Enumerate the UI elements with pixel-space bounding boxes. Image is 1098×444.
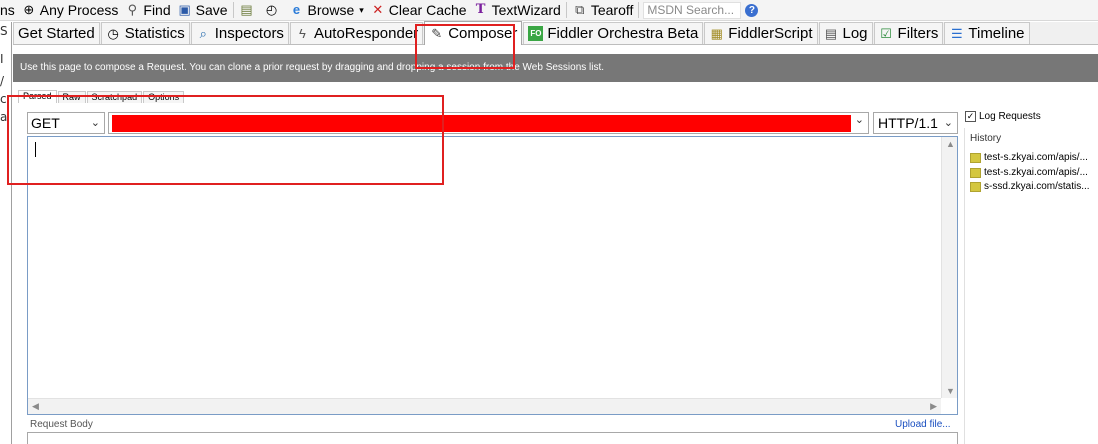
- timer-icon: ◴: [265, 2, 278, 17]
- tab-filters[interactable]: ☑ Filters: [873, 22, 944, 44]
- log-requests-label: Log Requests: [979, 111, 1041, 122]
- tearoff-label: Tearoff: [590, 2, 634, 18]
- log-requests-checkbox[interactable]: ✓: [965, 111, 976, 122]
- composer-tab-highlight: [415, 24, 515, 69]
- tearoff-icon: ⧉: [575, 2, 585, 17]
- toolbar-separator: [565, 2, 567, 18]
- scroll-right-icon[interactable]: ▶: [930, 401, 937, 412]
- left-fragment: /: [0, 74, 5, 88]
- tab-inspectors[interactable]: ⌕ Inspectors: [190, 22, 289, 44]
- tearoff-button[interactable]: ⧉ Tearoff: [569, 0, 637, 21]
- toolbar-label: ns: [0, 2, 15, 18]
- tab-label: Timeline: [968, 25, 1025, 42]
- clear-cache-button[interactable]: ✕ Clear Cache: [367, 0, 470, 21]
- tab-timeline[interactable]: ☰ Timeline: [944, 22, 1030, 44]
- crosshair-icon: ⊕: [23, 2, 35, 17]
- http-version-select[interactable]: HTTP/1.1 ⌄: [873, 112, 958, 134]
- vertical-scrollbar[interactable]: ▲ ▼: [941, 137, 957, 398]
- checkbox-icon: ☑: [880, 26, 892, 41]
- get-request-icon: [970, 152, 981, 163]
- main-tab-strip: Get Started ◷ Statistics ⌕ Inspectors ϟ …: [13, 21, 1098, 45]
- browse-button[interactable]: e Browse ▾: [286, 0, 367, 21]
- tab-fiddlerscript[interactable]: ▦ FiddlerScript: [704, 22, 818, 44]
- left-fragment: c: [0, 92, 7, 106]
- tab-label: Get Started: [18, 25, 95, 42]
- log-icon: ▤: [824, 26, 838, 41]
- left-fragment: S: [0, 24, 8, 38]
- tab-autoresponder[interactable]: ϟ AutoResponder: [289, 22, 424, 44]
- tab-statistics[interactable]: ◷ Statistics: [100, 22, 190, 44]
- save-button[interactable]: ▣ Save: [174, 0, 231, 21]
- timer-button[interactable]: ◴: [261, 0, 286, 21]
- tab-log[interactable]: ▤ Log: [818, 22, 873, 44]
- scroll-up-icon[interactable]: ▲: [946, 139, 955, 149]
- binoculars-icon: ⚲: [127, 2, 138, 17]
- request-body-label: Request Body: [30, 419, 93, 430]
- stopwatch-icon: ◷: [107, 26, 119, 41]
- toolbar-separator: [232, 2, 234, 18]
- fo-icon: FO: [528, 26, 544, 41]
- request-body-textarea[interactable]: [27, 432, 958, 444]
- get-request-icon: [970, 181, 981, 192]
- log-requests-toggle[interactable]: ✓ Log Requests: [965, 111, 1041, 122]
- horizontal-scrollbar[interactable]: ◀ ▶: [28, 398, 941, 414]
- chevron-down-icon: ⌄: [943, 117, 953, 129]
- scroll-down-icon[interactable]: ▼: [946, 386, 955, 396]
- history-item[interactable]: test-s.zkyai.com/apis/...: [970, 167, 1088, 178]
- history-item[interactable]: test-s.zkyai.com/apis/...: [970, 152, 1088, 163]
- lightning-icon: ϟ: [298, 26, 306, 41]
- textwizard-icon: T: [475, 2, 486, 17]
- clipboard-button[interactable]: ▤: [236, 0, 261, 21]
- history-panel: History test-s.zkyai.com/apis/... test-s…: [964, 128, 1098, 444]
- script-icon: ▦: [710, 26, 723, 41]
- toolbar: ns ⊕ Any Process ⚲ Find ▣ Save ▤ ◴ e Bro…: [0, 0, 1098, 21]
- history-item-label: s-ssd.zkyai.com/statis...: [984, 181, 1090, 192]
- clear-cache-label: Clear Cache: [388, 2, 467, 18]
- left-fragment: I: [0, 52, 4, 66]
- tab-label: Statistics: [124, 25, 185, 42]
- info-text: Use this page to compose a Request. You …: [20, 62, 605, 73]
- tab-fiddler-orchestra[interactable]: FO Fiddler Orchestra Beta: [523, 22, 704, 44]
- browse-label: Browse: [307, 2, 355, 18]
- composer-info-bar: Use this page to compose a Request. You …: [13, 54, 1098, 82]
- history-item-label: test-s.zkyai.com/apis/...: [984, 167, 1088, 178]
- version-value: HTTP/1.1: [878, 115, 938, 131]
- any-process-label: Any Process: [39, 2, 119, 18]
- tab-label: Log: [842, 25, 868, 42]
- any-process-button[interactable]: ⊕ Any Process: [18, 0, 122, 21]
- history-item-label: test-s.zkyai.com/apis/...: [984, 152, 1088, 163]
- dropdown-arrow-icon: ▾: [359, 4, 364, 15]
- ie-icon: e: [292, 2, 301, 17]
- upload-file-link[interactable]: Upload file...: [895, 419, 951, 430]
- chevron-down-icon[interactable]: ⌄: [855, 113, 864, 126]
- toolbar-separator: [638, 2, 640, 18]
- tab-label: AutoResponder: [313, 25, 419, 42]
- find-button[interactable]: ⚲ Find: [121, 0, 173, 21]
- tab-label: Fiddler Orchestra Beta: [547, 25, 699, 42]
- tab-label: Filters: [897, 25, 939, 42]
- textwizard-button[interactable]: T TextWizard: [470, 0, 564, 21]
- clear-icon: ✕: [372, 2, 384, 17]
- history-title: History: [970, 133, 1002, 144]
- inspector-icon: ⌕: [199, 26, 207, 41]
- msdn-search-placeholder: MSDN Search...: [647, 2, 735, 17]
- save-icon: ▣: [178, 2, 191, 17]
- request-line-highlight: [7, 95, 444, 185]
- history-item[interactable]: s-ssd.zkyai.com/statis...: [970, 181, 1090, 192]
- save-label: Save: [195, 2, 228, 18]
- textwizard-label: TextWizard: [491, 2, 561, 18]
- toolbar-item-truncated[interactable]: ns: [0, 0, 18, 21]
- tab-label: FiddlerScript: [728, 25, 813, 42]
- msdn-search-input[interactable]: MSDN Search...: [643, 1, 742, 19]
- clipboard-icon: ▤: [240, 2, 253, 17]
- get-request-icon: [970, 167, 981, 178]
- timeline-icon: ☰: [951, 26, 963, 41]
- scroll-left-icon[interactable]: ◀: [32, 401, 39, 412]
- find-label: Find: [143, 2, 171, 18]
- help-icon[interactable]: ?: [745, 3, 759, 17]
- tab-get-started[interactable]: Get Started: [13, 22, 100, 44]
- tab-label: Inspectors: [214, 25, 284, 42]
- left-pane-edge: S I / c a: [0, 22, 12, 444]
